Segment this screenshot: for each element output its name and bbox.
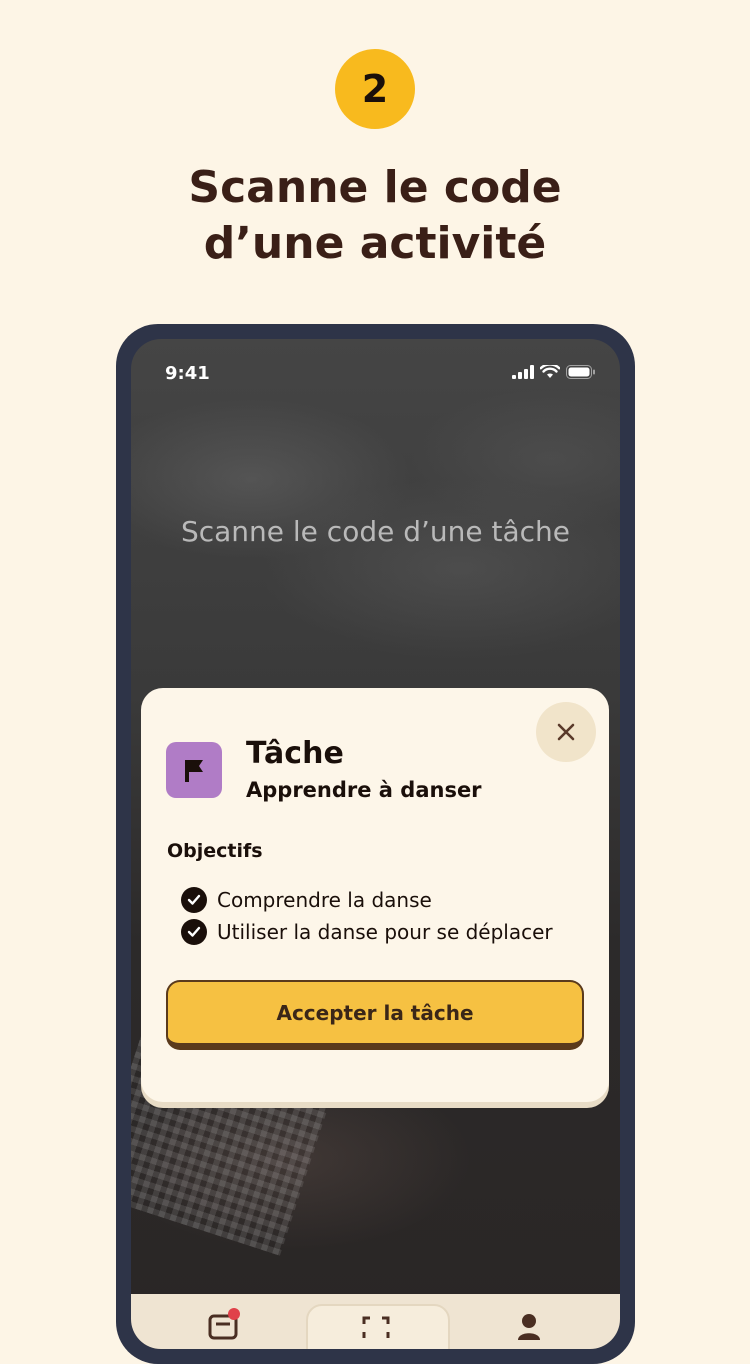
task-card: Tâche Apprendre à danser Objectifs Compr…: [141, 688, 609, 1102]
step-number-badge: 2: [335, 49, 415, 129]
objective-text: Comprendre la danse: [217, 888, 432, 912]
task-name: Apprendre à danser: [246, 778, 482, 802]
scan-hint-text: Scanne le code d’une tâche: [180, 515, 571, 548]
close-icon: [557, 723, 575, 741]
profile-icon: [518, 1314, 540, 1340]
accept-task-button[interactable]: Accepter la tâche: [166, 980, 584, 1050]
nav-scan[interactable]: [358, 1312, 394, 1349]
signal-icon: [512, 365, 534, 379]
check-icon: [181, 887, 207, 913]
accept-task-label: Accepter la tâche: [276, 1000, 474, 1025]
status-icons: [512, 365, 596, 379]
wifi-icon: [540, 365, 560, 378]
nav-profile[interactable]: [511, 1312, 547, 1349]
page-headline: Scanne le code d’une activité: [0, 160, 750, 272]
step-number: 2: [361, 67, 389, 111]
check-icon: [181, 919, 207, 945]
bottom-navigation: [131, 1294, 620, 1349]
task-type-icon: [166, 742, 222, 798]
objectives-list: Comprendre la danse Utiliser la danse po…: [181, 884, 553, 948]
notification-badge: [228, 1308, 240, 1320]
objectives-title: Objectifs: [167, 840, 263, 862]
scan-icon: [362, 1316, 390, 1338]
objective-item: Utiliser la danse pour se déplacer: [181, 916, 553, 948]
flag-icon: [185, 760, 203, 782]
headline-line-2: d’une activité: [203, 218, 547, 269]
battery-icon: [566, 365, 595, 379]
close-button[interactable]: [536, 702, 596, 762]
objective-item: Comprendre la danse: [181, 884, 553, 916]
task-type-title: Tâche: [246, 736, 344, 771]
objective-text: Utiliser la danse pour se déplacer: [217, 920, 553, 944]
nav-messages[interactable]: [205, 1308, 241, 1349]
status-time: 9:41: [165, 363, 210, 384]
headline-line-1: Scanne le code: [188, 162, 562, 213]
